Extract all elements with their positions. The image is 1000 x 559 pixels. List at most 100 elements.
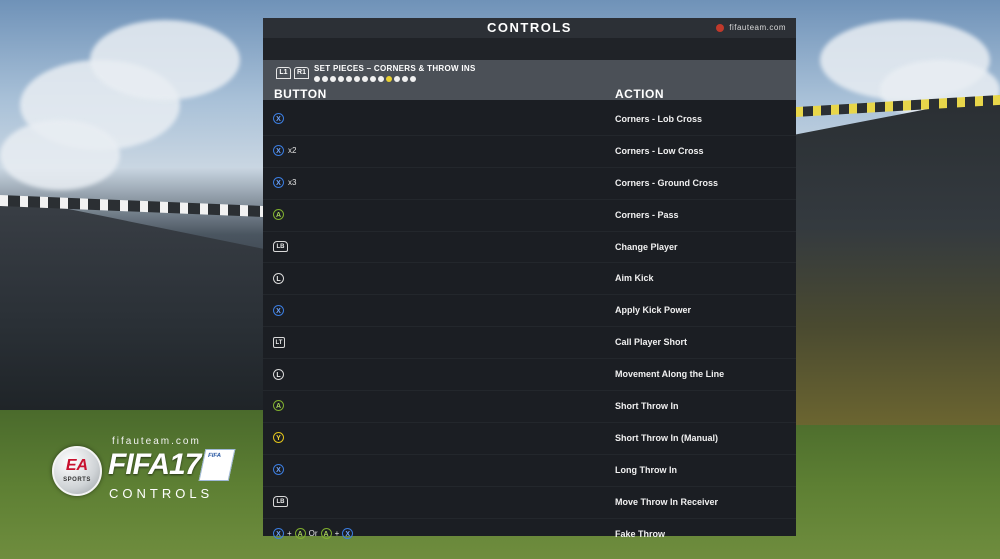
r1-bumper-icon[interactable]: R1 <box>294 67 309 79</box>
x-button-icon: X <box>273 528 284 540</box>
action-label: Fake Throw <box>615 528 666 539</box>
control-row: Y Short Throw In (Manual) <box>263 423 796 455</box>
action-label: Corners - Pass <box>615 209 679 220</box>
site-tag: fifauteam.com <box>716 18 786 38</box>
action-label: Move Throw In Receiver <box>615 496 719 507</box>
pager-dot[interactable] <box>410 76 416 82</box>
fifa-badge-text: FIFA <box>207 453 222 459</box>
left-stand-background <box>0 195 263 410</box>
lb-bumper-icon: LB <box>273 496 288 508</box>
press-count: x3 <box>288 177 297 187</box>
site-logo-icon <box>716 23 725 32</box>
ea-sports-logo: EA SPORTS <box>52 446 102 496</box>
pager-dot[interactable] <box>394 76 400 82</box>
control-row: LT Call Player Short <box>263 327 796 360</box>
control-row: L Aim Kick <box>263 263 796 296</box>
brand-site-text: fifauteam.com <box>112 436 201 447</box>
fifa-license-badge: FIFA <box>198 449 236 481</box>
a-button-icon: A <box>273 209 284 221</box>
action-label: Corners - Low Cross <box>615 145 704 156</box>
control-row: A Corners - Pass <box>263 200 796 232</box>
site-tag-text: fifauteam.com <box>729 23 786 32</box>
action-label: Change Player <box>615 241 678 252</box>
action-label: Corners - Ground Cross <box>615 177 719 188</box>
fifa17-wordmark: FIFA17 <box>108 448 201 481</box>
control-row: A Short Throw In <box>263 391 796 423</box>
lt-trigger-icon: LT <box>273 336 285 348</box>
control-row: L Movement Along the Line <box>263 359 796 392</box>
x-button-icon: X <box>273 464 284 476</box>
button-cell: LT <box>273 327 285 357</box>
control-row: LB Move Throw In Receiver <box>263 487 796 519</box>
pager-dot[interactable] <box>402 76 408 82</box>
cloud <box>90 20 240 100</box>
x-button-icon: X <box>273 304 284 316</box>
control-row: X + A Or A + X Fake Throw <box>263 519 796 550</box>
controls-panel: CONTROLS fifauteam.com L1 R1 SET PIECES … <box>263 18 796 540</box>
button-cell: Y <box>273 423 284 453</box>
action-label: Apply Kick Power <box>615 305 692 316</box>
ea-logo-subtext: SPORTS <box>63 477 91 483</box>
pager-dot[interactable] <box>378 76 384 82</box>
y-button-icon: Y <box>273 432 284 444</box>
press-count: x2 <box>288 145 297 155</box>
control-row: X Apply Kick Power <box>263 295 796 328</box>
button-cell: X <box>273 295 284 325</box>
button-cell: X <box>273 455 284 485</box>
column-header-button: BUTTON <box>274 87 327 101</box>
pager-dot[interactable] <box>362 76 368 82</box>
button-cell: X + A Or A + X <box>273 519 354 549</box>
section-title: SET PIECES – CORNERS & THROW INS <box>314 64 476 73</box>
pager-dot[interactable] <box>354 76 360 82</box>
l1-bumper-icon[interactable]: L1 <box>276 67 291 79</box>
x-button-icon: X <box>273 113 284 125</box>
pager-dot[interactable] <box>346 76 352 82</box>
control-row: Xx3 Corners - Ground Cross <box>263 168 796 200</box>
button-cell: L <box>273 263 284 293</box>
pager-dot[interactable] <box>322 76 328 82</box>
action-label: Corners - Lob Cross <box>615 114 703 124</box>
left-stick-icon: L <box>273 368 284 380</box>
button-cell: Xx2 <box>273 136 296 166</box>
action-label: Aim Kick <box>615 273 654 284</box>
section-pager[interactable] <box>314 76 418 83</box>
button-cell: L <box>273 359 284 389</box>
button-cell: Xx3 <box>273 168 296 198</box>
plus-sign: + <box>334 528 340 538</box>
action-label: Long Throw In <box>615 464 677 475</box>
panel-header: CONTROLS fifauteam.com <box>263 18 796 38</box>
pager-dot[interactable] <box>330 76 336 82</box>
a-button-icon: A <box>294 528 306 540</box>
a-button-icon: A <box>273 400 284 412</box>
a-button-icon: A <box>320 528 332 540</box>
brand-block: fifauteam.com EA SPORTS FIFA17 FIFA CONT… <box>52 436 242 506</box>
x-button-icon: X <box>273 145 284 157</box>
button-cell: LB <box>273 232 288 262</box>
right-stand-background <box>795 95 1000 425</box>
pager-dot[interactable] <box>314 76 320 82</box>
panel-spacer-band <box>263 38 796 60</box>
action-label: Short Throw In (Manual) <box>615 432 718 443</box>
or-text: Or <box>308 528 318 538</box>
ea-logo-text: EA <box>65 457 89 474</box>
action-label: Short Throw In <box>615 401 679 412</box>
pager-dot[interactable] <box>338 76 344 82</box>
cloud <box>0 120 120 190</box>
button-cell: X <box>273 104 284 134</box>
section-bar: L1 R1 SET PIECES – CORNERS & THROW INS B… <box>263 60 796 101</box>
brand-controls-text: CONTROLS <box>109 486 214 501</box>
left-stick-icon: L <box>273 272 284 284</box>
column-header-action: ACTION <box>615 87 664 101</box>
pager-dot[interactable] <box>370 76 376 82</box>
pager-dot-active[interactable] <box>386 76 392 82</box>
control-row: LB Change Player <box>263 232 796 264</box>
control-row: X Corners - Lob Cross <box>263 104 796 136</box>
action-label: Call Player Short <box>615 337 688 348</box>
button-cell: A <box>273 391 284 421</box>
controls-list: X Corners - Lob Cross Xx2 Corners - Low … <box>263 104 796 549</box>
control-row: X Long Throw In <box>263 455 796 487</box>
x-button-icon: X <box>273 177 284 189</box>
x-button-icon: X <box>342 528 354 540</box>
button-cell: A <box>273 200 284 230</box>
control-row: Xx2 Corners - Low Cross <box>263 136 796 168</box>
